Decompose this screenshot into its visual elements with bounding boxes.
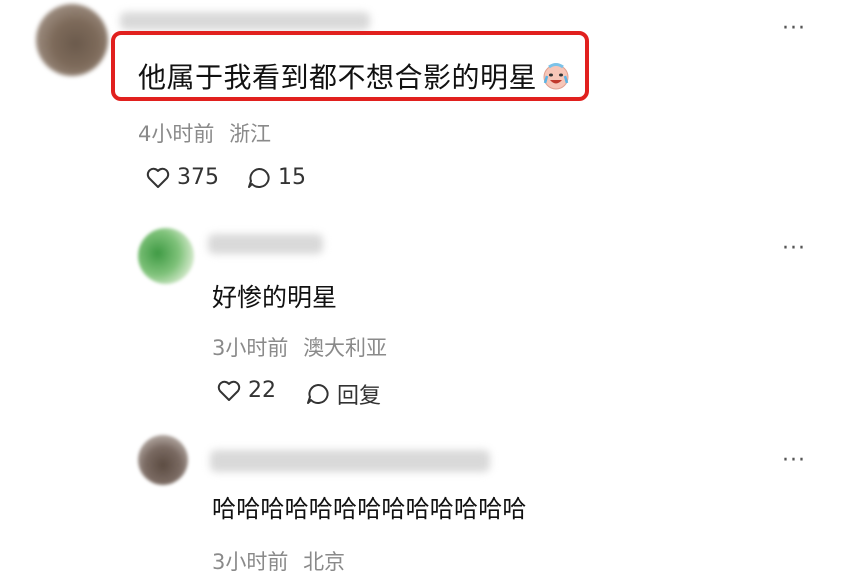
username-blurred[interactable] — [120, 12, 370, 30]
more-options-icon[interactable]: ··· — [782, 18, 806, 40]
reply-button[interactable]: 回复 — [305, 378, 381, 410]
timestamp: 3小时前 — [212, 336, 289, 360]
heart-icon — [217, 380, 241, 401]
location: 浙江 — [229, 122, 272, 146]
comment-bubble-icon — [248, 167, 270, 188]
avatar[interactable] — [36, 4, 108, 76]
reply-count-button[interactable]: 15 — [246, 165, 306, 190]
location: 北京 — [303, 550, 346, 574]
like-button[interactable]: 22 — [216, 378, 276, 403]
more-options-icon[interactable]: ··· — [782, 238, 806, 260]
username-blurred[interactable] — [208, 234, 323, 254]
reply-label: 回复 — [337, 384, 382, 409]
comment-meta: 3小时前 澳大利亚 — [212, 332, 387, 362]
comment-text: 他属于我看到都不想合影的明星 — [138, 56, 571, 96]
like-count: 375 — [177, 165, 219, 190]
like-button[interactable]: 375 — [145, 165, 219, 190]
avatar[interactable] — [138, 228, 194, 284]
comment-text: 哈哈哈哈哈哈哈哈哈哈哈哈哈 — [212, 495, 527, 523]
like-count: 22 — [248, 378, 276, 403]
reply-count: 15 — [278, 165, 306, 190]
comment-text-content: 他属于我看到都不想合影的明星 — [138, 61, 538, 94]
timestamp: 3小时前 — [212, 550, 289, 574]
comment-meta: 4小时前 浙江 — [138, 118, 271, 148]
comment-text: 好惨的明星 — [212, 283, 338, 312]
username-blurred[interactable] — [210, 450, 490, 472]
location: 澳大利亚 — [303, 336, 388, 360]
comment-meta: 3小时前 北京 — [212, 546, 345, 576]
crying-laughing-emoji-icon — [541, 61, 571, 91]
heart-icon — [146, 167, 170, 188]
avatar[interactable] — [138, 435, 188, 485]
more-options-icon[interactable]: ··· — [782, 450, 806, 472]
comment-bubble-icon — [307, 383, 329, 404]
timestamp: 4小时前 — [138, 122, 215, 146]
